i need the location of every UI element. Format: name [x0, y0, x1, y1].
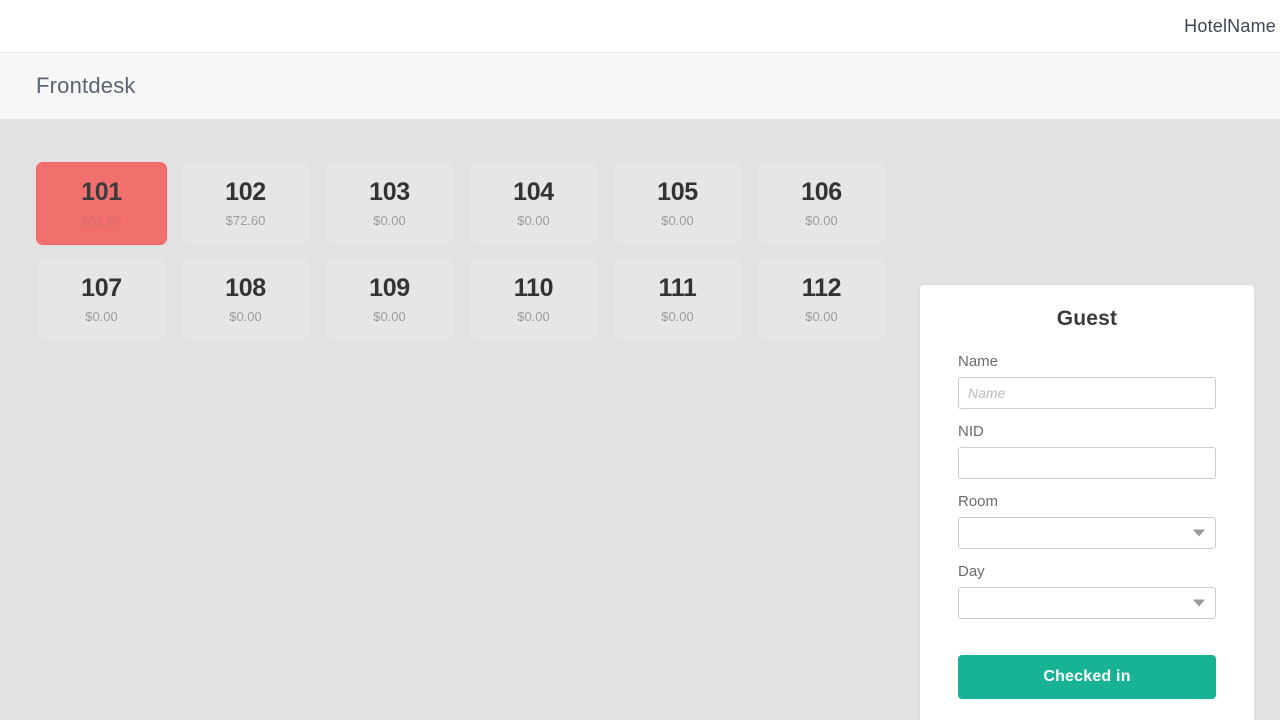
room-price: $72.60 [225, 213, 266, 228]
room-number: 111 [658, 274, 697, 302]
room-number: 108 [225, 274, 266, 302]
room-tile[interactable]: 109 $0.00 [324, 258, 455, 341]
name-label: Name [958, 353, 999, 370]
top-bar: HotelName [0, 0, 1280, 53]
brand-title: HotelName [1184, 15, 1276, 36]
room-price: $0.00 [805, 213, 838, 228]
room-tile[interactable]: 110 $0.00 [468, 258, 599, 341]
room-number: 110 [513, 274, 554, 302]
room-tile[interactable]: 108 $0.00 [180, 258, 311, 341]
room-tile[interactable]: 112 $0.00 [756, 258, 887, 341]
page-title: Frontdesk [36, 73, 136, 98]
day-label: Day [958, 563, 985, 580]
room-number: 107 [81, 274, 122, 302]
room-price: $0.00 [85, 309, 118, 324]
room-number: 103 [369, 178, 410, 206]
room-tile[interactable]: 104 $0.00 [468, 162, 599, 245]
room-label: Room [958, 493, 999, 510]
room-price: $0.00 [373, 309, 406, 324]
room-price: $0.00 [661, 213, 694, 228]
room-select[interactable] [958, 517, 1216, 549]
room-price: $0.00 [517, 309, 550, 324]
room-tile[interactable]: 102 $72.60 [180, 162, 311, 245]
day-field-group: Day [958, 563, 1216, 619]
room-number: 101 [81, 178, 122, 206]
guest-panel: Guest Name NID Room Day Checked in [920, 285, 1254, 720]
room-price: $52.95 [81, 213, 122, 228]
nid-input[interactable] [958, 447, 1216, 479]
room-tile[interactable]: 107 $0.00 [36, 258, 167, 341]
room-price: $0.00 [805, 309, 838, 324]
day-select-wrapper [958, 587, 1216, 619]
guest-panel-title: Guest [1056, 307, 1118, 330]
room-number: 105 [657, 178, 698, 206]
room-select-wrapper [958, 517, 1216, 549]
room-price: $0.00 [229, 309, 262, 324]
room-number: 102 [225, 178, 266, 206]
room-price: $0.00 [661, 309, 694, 324]
room-tile[interactable]: 101 $52.95 [36, 162, 167, 245]
main-content: 101 $52.95 102 $72.60 103 $0.00 104 $0.00 105 $0.… [0, 120, 1280, 720]
room-tile[interactable]: 106 $0.00 [756, 162, 887, 245]
room-tile[interactable]: 103 $0.00 [324, 162, 455, 245]
nid-field-group: NID [958, 423, 1216, 479]
room-field-group: Room [958, 493, 1216, 549]
name-input[interactable] [958, 377, 1216, 409]
room-tile[interactable]: 111 $0.00 [612, 258, 743, 341]
room-number: 109 [369, 274, 410, 302]
room-number: 112 [801, 274, 842, 302]
room-grid: 101 $52.95 102 $72.60 103 $0.00 104 $0.00 105 $0.… [36, 162, 888, 341]
room-price: $0.00 [373, 213, 406, 228]
checked-in-button[interactable]: Checked in [958, 655, 1216, 699]
room-number: 106 [801, 178, 842, 206]
page-subheader: Frontdesk [0, 53, 1280, 120]
day-select[interactable] [958, 587, 1216, 619]
room-price: $0.00 [517, 213, 550, 228]
name-field-group: Name [958, 353, 1216, 409]
room-tile[interactable]: 105 $0.00 [612, 162, 743, 245]
room-number: 104 [513, 178, 554, 206]
nid-label: NID [958, 423, 984, 440]
